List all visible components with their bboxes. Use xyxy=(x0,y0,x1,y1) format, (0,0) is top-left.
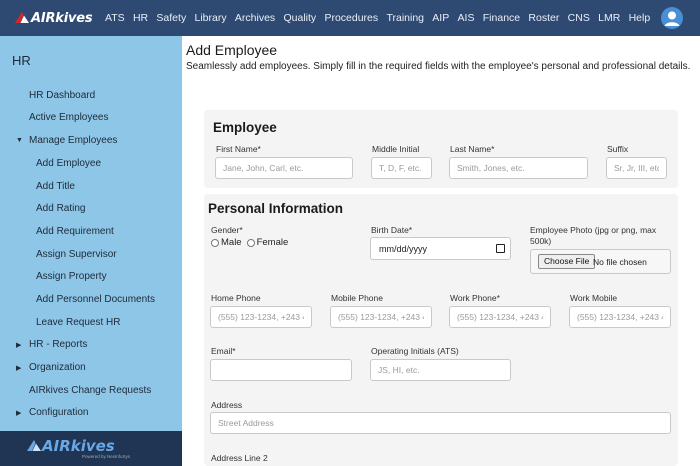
birth-date-input[interactable]: mm/dd/yyyy xyxy=(370,237,511,260)
file-status-text: No file chosen xyxy=(593,257,647,267)
birth-date-label: Birth Date* xyxy=(371,225,413,235)
nav-link-help[interactable]: Help xyxy=(629,12,651,24)
last-name-label: Last Name* xyxy=(450,144,495,154)
birth-date-value: mm/dd/yyyy xyxy=(379,244,428,254)
sidebar-item-manage-employees[interactable]: Manage Employees xyxy=(29,135,117,146)
nav-link-aip[interactable]: AIP xyxy=(432,12,449,24)
nav-link-procedures[interactable]: Procedures xyxy=(324,12,378,24)
home-phone-input[interactable] xyxy=(210,306,312,328)
middle-initial-label: Middle Initial xyxy=(372,144,420,154)
sidebar-item-configuration[interactable]: Configuration xyxy=(29,407,88,418)
nav-link-ats[interactable]: ATS xyxy=(105,12,125,24)
email-label: Email* xyxy=(211,346,236,356)
personal-info-title: Personal Information xyxy=(208,201,344,216)
work-mobile-input[interactable] xyxy=(569,306,671,328)
plane-icon xyxy=(27,440,41,451)
sidebar-item-add-requirement[interactable]: Add Requirement xyxy=(36,226,114,237)
employee-photo-file-input: Choose File No file chosen xyxy=(530,249,671,274)
gender-female-radio[interactable] xyxy=(246,238,255,247)
sidebar-item-add-employee[interactable]: Add Employee xyxy=(36,158,101,169)
nav-link-library[interactable]: Library xyxy=(195,12,227,24)
nav-link-safety[interactable]: Safety xyxy=(156,12,186,24)
suffix-input[interactable] xyxy=(606,157,667,179)
employee-section-title: Employee xyxy=(213,120,277,135)
operating-initials-label: Operating Initials (ATS) xyxy=(371,346,459,356)
first-name-input[interactable] xyxy=(215,157,353,179)
gender-label: Gender* xyxy=(211,225,243,235)
street-address-input[interactable] xyxy=(210,412,671,434)
choose-file-button[interactable]: Choose File xyxy=(538,254,596,269)
mobile-phone-input[interactable] xyxy=(330,306,432,328)
address-label: Address xyxy=(211,400,243,410)
home-phone-label: Home Phone xyxy=(211,293,261,303)
sidebar-item-hr-reports[interactable]: HR - Reports xyxy=(29,339,87,350)
caret-right-icon: ▶ xyxy=(16,365,22,372)
nav-link-archives[interactable]: Archives xyxy=(235,12,275,24)
top-nav: AIRkives ATS HR Safety Library Archives Quali… xyxy=(0,0,700,36)
sidebar-item-active-employees[interactable]: Active Employees xyxy=(29,112,108,123)
nav-link-quality[interactable]: Quality xyxy=(283,12,316,24)
nav-link-lmr[interactable]: LMR xyxy=(598,12,620,24)
middle-initial-input[interactable] xyxy=(371,157,432,179)
employee-photo-label-line2: 500k) xyxy=(530,236,552,246)
sidebar-footer: AIRkives Powered by NexInfoSys xyxy=(0,431,182,466)
sidebar-item-leave-request-hr[interactable]: Leave Request HR xyxy=(36,317,121,328)
gender-male-label: Male xyxy=(221,237,242,248)
brand-name: AIRkives xyxy=(31,10,93,26)
sidebar-item-add-title[interactable]: Add Title xyxy=(36,181,75,192)
employee-photo-label: Employee Photo (jpg or png, max xyxy=(530,225,657,235)
sidebar-title: HR xyxy=(12,53,31,68)
sidebar-item-add-personnel-documents[interactable]: Add Personnel Documents xyxy=(36,294,155,305)
footer-brand-subtitle: Powered by NexInfoSys xyxy=(82,454,131,459)
page-title: Add Employee xyxy=(186,42,278,58)
user-avatar-icon[interactable] xyxy=(661,7,683,29)
footer-brand-name: AIRkives xyxy=(42,437,115,455)
caret-down-icon: ▼ xyxy=(16,137,23,144)
work-phone-label: Work Phone* xyxy=(450,293,500,303)
nav-links: ATS HR Safety Library Archives Quality Procedu… xyxy=(105,0,659,36)
caret-right-icon: ▶ xyxy=(16,342,22,349)
nav-link-ais[interactable]: AIS xyxy=(458,12,475,24)
sidebar-item-add-rating[interactable]: Add Rating xyxy=(36,203,85,214)
nav-link-roster[interactable]: Roster xyxy=(528,12,559,24)
email-input[interactable] xyxy=(210,359,352,381)
mobile-phone-label: Mobile Phone xyxy=(331,293,383,303)
nav-link-training[interactable]: Training xyxy=(386,12,424,24)
nav-link-hr[interactable]: HR xyxy=(133,12,148,24)
page-subtitle: Seamlessly add employees. Simply fill in… xyxy=(186,61,691,72)
gender-male-radio[interactable] xyxy=(211,238,219,247)
first-name-label: First Name* xyxy=(216,144,261,154)
sidebar-item-assign-property[interactable]: Assign Property xyxy=(36,271,107,282)
gender-radio-group: Male Female xyxy=(211,237,288,248)
sidebar-item-hr-dashboard[interactable]: HR Dashboard xyxy=(29,90,95,101)
sidebar-item-change-requests[interactable]: AIRkives Change Requests xyxy=(29,385,151,396)
calendar-icon[interactable] xyxy=(496,244,505,253)
operating-initials-input[interactable] xyxy=(370,359,511,381)
address-line2-label: Address Line 2 xyxy=(211,453,268,463)
gender-female-label: Female xyxy=(256,237,289,248)
last-name-input[interactable] xyxy=(449,157,588,179)
work-phone-input[interactable] xyxy=(449,306,551,328)
brand-logo[interactable]: AIRkives xyxy=(14,10,93,26)
nav-link-cns[interactable]: CNS xyxy=(568,12,590,24)
work-mobile-label: Work Mobile xyxy=(570,293,618,303)
caret-right-icon: ▶ xyxy=(16,410,22,417)
sidebar: HR HR Dashboard Active Employees ▼ Manag… xyxy=(0,36,182,466)
sidebar-item-assign-supervisor[interactable]: Assign Supervisor xyxy=(36,249,117,260)
nav-link-finance[interactable]: Finance xyxy=(483,12,520,24)
sidebar-item-organization[interactable]: Organization xyxy=(29,362,86,373)
plane-icon xyxy=(14,11,30,25)
suffix-label: Suffix xyxy=(607,144,629,154)
